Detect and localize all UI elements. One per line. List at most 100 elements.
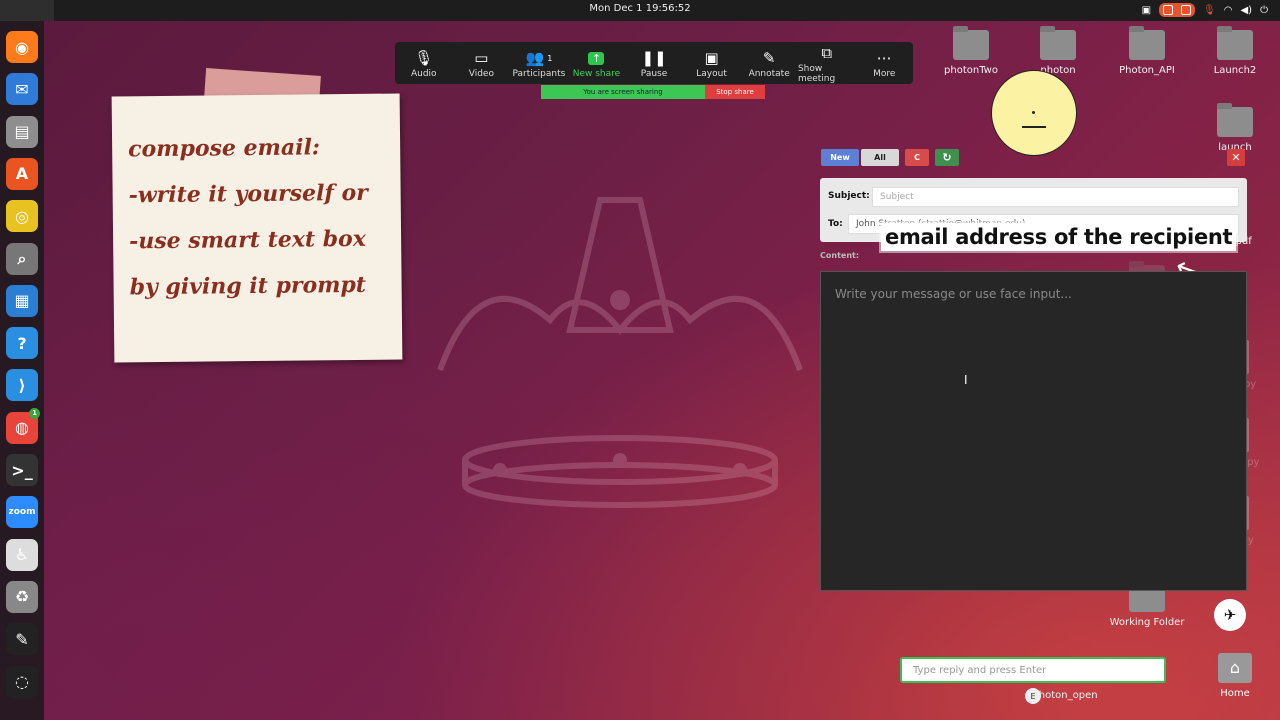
show-meeting-button[interactable]: ⧉ Show meeting bbox=[798, 42, 856, 84]
annotate-button[interactable]: ✎ Annotate bbox=[740, 47, 798, 79]
microphone-icon[interactable]: 🎙 bbox=[1203, 5, 1216, 16]
vscode-icon[interactable]: ⟩ bbox=[6, 369, 38, 402]
volume-icon[interactable]: ◀) bbox=[1240, 5, 1252, 16]
pause-icon: ❚❚ bbox=[641, 49, 667, 67]
toolbar-label: New share bbox=[572, 69, 621, 79]
folder-icon bbox=[1040, 26, 1076, 60]
desktop-icon-label: Photon_API bbox=[1119, 65, 1175, 76]
screen-recording-indicator[interactable] bbox=[1159, 3, 1196, 17]
app-center-icon[interactable]: A bbox=[6, 157, 38, 190]
keyboard-layout-icon[interactable]: ▣ bbox=[1142, 5, 1151, 16]
audio-icon: 🎙 bbox=[414, 49, 434, 67]
desktop-icon-label: Working Folder bbox=[1109, 617, 1185, 628]
crown-wallpaper-graphic bbox=[437, 197, 803, 508]
sticky-note: compose email: -write it yourself or -us… bbox=[111, 93, 403, 363]
folder-icon bbox=[1217, 26, 1253, 60]
desktop-icon-label: Launch2 bbox=[1213, 65, 1257, 76]
folder-icon bbox=[1129, 26, 1165, 60]
dock: ◉ ✉ ▤ A ◎ ⌕ ▦? ⟩ ◍ 1 >_zoom ♿ ♻ ✎ ◌ bbox=[0, 21, 44, 720]
new-button[interactable]: New bbox=[821, 149, 859, 166]
system-tray[interactable]: ▣ 🎙 ◠ ◀) ⏻ bbox=[1142, 3, 1268, 17]
message-placeholder: Write your message or use face input... bbox=[835, 287, 1072, 301]
reply-input[interactable]: Type reply and press Enter bbox=[900, 657, 1166, 683]
trash-icon[interactable]: ♻ bbox=[6, 580, 38, 613]
new-share-button[interactable]: ↑ New share bbox=[568, 47, 626, 79]
toolbar-label: Video bbox=[468, 69, 494, 79]
participants-button[interactable]: 👥 1 Participants bbox=[510, 47, 568, 79]
note-line: -write it yourself or bbox=[128, 179, 368, 209]
c-button[interactable]: C bbox=[905, 149, 929, 166]
terminal-icon[interactable]: >_ bbox=[6, 454, 38, 486]
accessibility-icon[interactable]: ♿ bbox=[6, 538, 38, 571]
home-icon: ⌂ bbox=[1218, 653, 1252, 683]
toolbar-label: Audio bbox=[410, 69, 437, 79]
video-button[interactable]: ▭ Video bbox=[453, 47, 511, 79]
desktop-folder[interactable]: launch bbox=[1195, 103, 1275, 153]
new-share-icon: ↑ bbox=[588, 47, 605, 69]
desktop-folder[interactable]: photonTwo bbox=[931, 26, 1011, 76]
pause-button[interactable]: ❚❚ Pause bbox=[625, 47, 683, 79]
pen-icon[interactable]: ✎ bbox=[6, 623, 38, 656]
annotate-icon: ✎ bbox=[762, 49, 776, 67]
zoom-meeting-toolbar: 🎙 Audio ▭ Video 👥 1 Participants ↑ New share ❚❚ Pa… bbox=[395, 42, 913, 84]
refresh-button[interactable]: ↻ bbox=[935, 149, 959, 166]
power-icon[interactable]: ⏻ bbox=[1260, 5, 1268, 16]
files-icon[interactable]: ▤ bbox=[6, 115, 38, 148]
all-button[interactable]: All bbox=[861, 149, 899, 166]
screen-sharing-banner: You are screen sharing Stop share bbox=[541, 85, 765, 99]
send-icon[interactable]: ✈ bbox=[1214, 599, 1246, 631]
toolbar-label: Annotate bbox=[748, 69, 790, 79]
writer-icon[interactable]: ▦ bbox=[6, 284, 38, 317]
participants-count: 1 bbox=[547, 53, 553, 63]
audio-button[interactable]: 🎙 Audio bbox=[395, 47, 453, 79]
toolbar-label: Pause bbox=[640, 69, 668, 79]
sharing-status: You are screen sharing bbox=[541, 85, 705, 99]
stop-share-button[interactable]: Stop share bbox=[705, 85, 765, 99]
firefox-icon[interactable]: ◉ bbox=[6, 31, 38, 63]
desktop-icon-label: photonTwo bbox=[944, 65, 998, 76]
folder-icon bbox=[1217, 103, 1253, 137]
face-eye bbox=[1032, 111, 1035, 114]
help-icon[interactable]: ? bbox=[6, 327, 38, 360]
toolbar-label: Show meeting bbox=[797, 64, 836, 84]
toolbar-label: Participants bbox=[512, 69, 566, 79]
close-icon[interactable]: ✕ bbox=[1227, 149, 1245, 166]
show-meeting-icon: ⧉ bbox=[821, 44, 833, 62]
toolbar-label: Layout bbox=[696, 69, 727, 79]
desktop-icon-label: Home bbox=[1220, 688, 1250, 699]
annotation-callout: email address of the recipient bbox=[881, 223, 1237, 251]
chrome-icon[interactable]: ◍ 1 bbox=[6, 407, 40, 444]
magnifier-icon[interactable]: ⌕ bbox=[6, 242, 38, 275]
top-bar: Mon Dec 1 19:56:52 ▣ 🎙 ◠ ◀) ⏻ bbox=[0, 0, 1280, 21]
video-icon: ▭ bbox=[474, 49, 489, 67]
message-textarea[interactable]: Write your message or use face input... bbox=[820, 271, 1247, 591]
participants-icon: 👥 1 bbox=[525, 49, 553, 67]
desktop-folder[interactable]: Launch2 bbox=[1195, 26, 1275, 76]
subject-field[interactable]: Subject bbox=[872, 187, 1239, 207]
text-cursor-icon: I bbox=[964, 373, 968, 387]
desktop-home[interactable]: ⌂ Home bbox=[1211, 653, 1259, 699]
desktop-folder[interactable]: photon bbox=[1018, 26, 1098, 76]
layout-button[interactable]: ▣ Layout bbox=[683, 47, 741, 79]
desktop-folder[interactable]: Photon_API bbox=[1107, 26, 1187, 76]
note-line: by giving it prompt bbox=[129, 271, 367, 301]
clock[interactable]: Mon Dec 1 19:56:52 bbox=[0, 3, 1280, 14]
ubuntu-icon[interactable]: ◌ bbox=[6, 665, 38, 698]
avatar[interactable]: E bbox=[1025, 688, 1041, 704]
notification-badge: 1 bbox=[29, 407, 40, 419]
content-label: Content: bbox=[820, 251, 860, 260]
subject-label: Subject: bbox=[828, 191, 870, 201]
toolbar-label: More bbox=[873, 69, 896, 79]
layout-icon: ▣ bbox=[704, 49, 719, 67]
note-line: compose email: bbox=[128, 134, 321, 163]
face-input-emoji[interactable] bbox=[991, 70, 1077, 156]
zoom-icon[interactable]: zoom bbox=[6, 496, 38, 529]
folder-icon bbox=[953, 26, 989, 60]
to-label: To: bbox=[828, 219, 843, 229]
face-mouth bbox=[1022, 126, 1046, 128]
rhythmbox-icon[interactable]: ◎ bbox=[6, 200, 38, 233]
wifi-icon[interactable]: ◠ bbox=[1224, 5, 1233, 16]
more-icon: ⋯ bbox=[876, 49, 892, 67]
more-button[interactable]: ⋯ More bbox=[856, 47, 914, 79]
thunderbird-icon[interactable]: ✉ bbox=[6, 73, 38, 106]
